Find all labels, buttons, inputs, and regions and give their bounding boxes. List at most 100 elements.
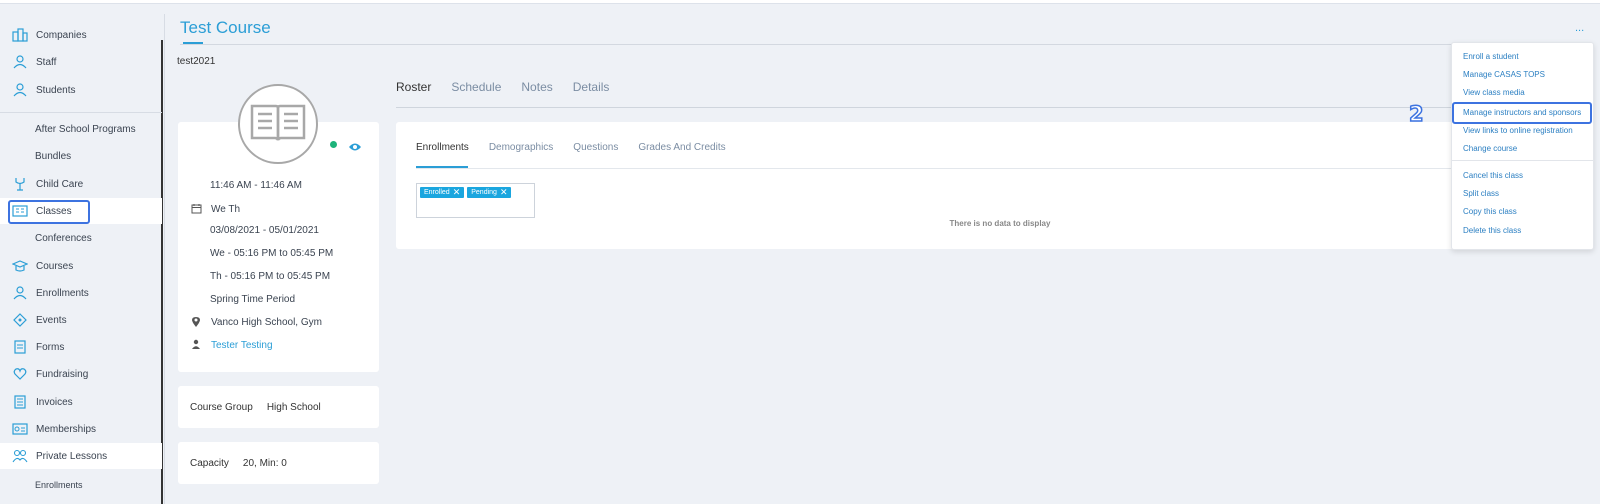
tab-demographics[interactable]: Demographics [489, 142, 553, 153]
capacity-label: Capacity [190, 457, 229, 469]
sidebar-item-companies[interactable]: Companies [0, 22, 162, 48]
tab-questions[interactable]: Questions [573, 142, 618, 153]
fundraising-icon [12, 366, 28, 382]
eye-icon[interactable] [348, 139, 362, 151]
menu-item-view-class-media[interactable]: View class media [1463, 88, 1525, 97]
sub-tabs-divider [416, 168, 1476, 169]
sidebar-item-label: Courses [36, 260, 74, 272]
sidebar-item-label: Bundles [35, 150, 72, 162]
page-title: Test Course [180, 18, 271, 37]
sidebar-item-conferences[interactable]: Conferences [0, 225, 162, 251]
course-avatar [238, 84, 318, 164]
sidebar-item-forms[interactable]: Forms [0, 334, 162, 360]
menu-item-manage-casas-tops[interactable]: Manage CASAS TOPS [1463, 70, 1545, 79]
sidebar-item-events[interactable]: Events [0, 307, 162, 333]
tab-details[interactable]: Details [573, 80, 610, 94]
status-filter-input[interactable]: Enrolled ✕ Pending ✕ [416, 183, 535, 218]
menu-divider [1451, 160, 1594, 161]
invoices-icon [12, 394, 28, 410]
person-icon [191, 339, 203, 351]
time-period-text: Spring Time Period [210, 294, 296, 305]
header-divider [180, 44, 1590, 45]
filter-chip-pending: Pending ✕ [467, 187, 512, 198]
highlight-manage-instructors [1452, 102, 1592, 124]
roster-sub-tabs: Enrollments Demographics Questions Grade… [416, 142, 746, 153]
more-options-button[interactable]: ... [1575, 22, 1584, 34]
sidebar-item-label: Conferences [35, 232, 92, 244]
child-care-icon [12, 176, 28, 192]
capacity-value: 20, Min: 0 [242, 457, 287, 469]
sidebar-item-label: Enrollments [36, 287, 89, 299]
sidebar-item-label: Fundraising [36, 368, 89, 380]
class-days-text: We Th [211, 203, 241, 215]
sidebar-item-label: Enrollments [35, 480, 83, 490]
filter-chip-label: Enrolled [424, 189, 450, 196]
close-icon[interactable]: ✕ [453, 188, 461, 197]
sidebar-item-students[interactable]: Students [0, 77, 162, 103]
class-time: 11:46 AM - 11:46 AM [210, 180, 302, 191]
class-days: We Th [191, 203, 240, 215]
enrollments-icon [12, 285, 28, 301]
main-tabs-divider [396, 107, 1471, 108]
forms-icon [12, 339, 28, 355]
sidebar-item-label: Forms [36, 341, 65, 353]
students-icon [12, 82, 28, 98]
course-code: test2021 [177, 56, 216, 67]
sidebar-item-bundles[interactable]: Bundles [0, 143, 162, 169]
private-lessons-icon [12, 448, 28, 464]
sidebar-item-label: Child Care [36, 178, 84, 190]
tab-roster[interactable]: Roster [396, 80, 431, 94]
sidebar-item-private-lessons[interactable]: Private Lessons [0, 443, 162, 469]
sidebar-item-fundraising[interactable]: Fundraising [0, 361, 162, 387]
menu-item-change-course[interactable]: Change course [1463, 144, 1517, 153]
schedule-th-text: Th - 05:16 PM to 05:45 PM [210, 271, 331, 282]
sidebar-item-invoices[interactable]: Invoices [0, 389, 162, 415]
capacity-card: Capacity 20, Min: 0 [178, 442, 379, 484]
class-instructor: Tester Testing [191, 339, 273, 351]
empty-state-message: There is no data to display [949, 219, 1051, 228]
sidebar-item-staff[interactable]: Staff [0, 49, 162, 75]
sidebar-item-memberships[interactable]: Memberships [0, 416, 162, 442]
tab-schedule[interactable]: Schedule [451, 80, 501, 94]
sidebar-item-after-school-programs[interactable]: After School Programs [0, 116, 162, 142]
sidebar-item-label: Memberships [36, 423, 97, 435]
sidebar-item-label: Events [36, 314, 67, 326]
sidebar-item-child-care[interactable]: Child Care [0, 171, 162, 197]
sidebar-item-label: After School Programs [35, 123, 136, 135]
location-pin-icon [191, 316, 203, 328]
menu-item-delete-class[interactable]: Delete this class [1463, 226, 1521, 235]
menu-item-copy-class[interactable]: Copy this class [1463, 207, 1517, 216]
menu-item-cancel-class[interactable]: Cancel this class [1463, 171, 1523, 180]
events-icon [12, 312, 28, 328]
status-indicator [330, 141, 337, 148]
step-number-badge: 2 [1408, 101, 1424, 127]
sidebar-item-enrollments[interactable]: Enrollments [0, 280, 162, 306]
class-location-text: Vanco High School, Gym [211, 316, 322, 328]
class-dates-text: 03/08/2021 - 05/01/2021 [210, 225, 319, 236]
close-icon[interactable]: ✕ [500, 188, 508, 197]
companies-icon [12, 27, 28, 43]
menu-item-enroll-student[interactable]: Enroll a student [1463, 52, 1519, 61]
staff-icon [12, 54, 28, 70]
sidebar-item-courses[interactable]: Courses [0, 253, 162, 279]
sidebar-divider [164, 14, 165, 504]
schedule-we: We - 05:16 PM to 05:45 PM [210, 248, 333, 259]
menu-item-view-registration-links[interactable]: View links to online registration [1463, 126, 1573, 135]
sidebar-item-private-lessons-enrollments[interactable]: Enrollments [0, 472, 162, 498]
time-period: Spring Time Period [210, 294, 295, 305]
tab-notes[interactable]: Notes [521, 80, 552, 94]
calendar-icon [191, 203, 203, 215]
course-group-value: High School [266, 401, 321, 413]
main-tabs: Roster Schedule Notes Details [396, 80, 629, 94]
tab-enrollments[interactable]: Enrollments [416, 142, 469, 153]
instructor-link[interactable]: Tester Testing [211, 340, 273, 351]
sidebar-item-label: Students [36, 84, 76, 96]
sidebar-item-label: Invoices [36, 396, 73, 408]
class-time-text: 11:46 AM - 11:46 AM [210, 180, 302, 191]
sidebar-item-label: Private Lessons [36, 450, 108, 462]
sidebar-separator [0, 112, 162, 113]
menu-item-split-class[interactable]: Split class [1463, 189, 1499, 198]
highlight-classes [8, 200, 90, 224]
tab-grades-and-credits[interactable]: Grades And Credits [638, 142, 725, 153]
filter-chip-enrolled: Enrolled ✕ [420, 187, 465, 198]
